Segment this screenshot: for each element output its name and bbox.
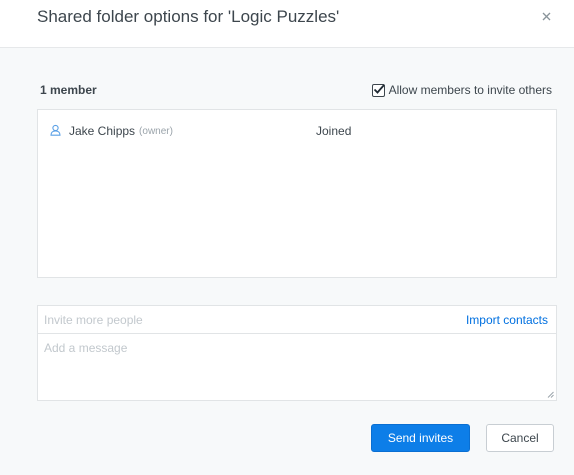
member-status: Joined: [316, 124, 352, 138]
resize-grip-icon[interactable]: [547, 391, 554, 398]
send-invites-button[interactable]: Send invites: [371, 424, 470, 452]
member-count: 1 member: [40, 83, 97, 97]
cancel-button[interactable]: Cancel: [486, 424, 554, 452]
member-role: (owner): [139, 125, 173, 137]
message-field[interactable]: [38, 335, 556, 400]
allow-invite-label: Allow members to invite others: [388, 83, 552, 97]
member-row: Jake Chipps (owner) Joined: [50, 122, 540, 140]
dialog-body: 1 member Allow members to invite others …: [0, 48, 574, 475]
dialog-title: Shared folder options for 'Logic Puzzles…: [37, 7, 340, 26]
member-name: Jake Chipps: [69, 124, 136, 138]
import-contacts-link[interactable]: Import contacts: [466, 313, 548, 327]
dialog-header: Shared folder options for 'Logic Puzzles…: [0, 0, 574, 48]
close-icon[interactable]: [536, 5, 558, 27]
user-icon: [50, 124, 61, 139]
invite-panel: Import contacts: [37, 305, 557, 401]
allow-invite-checkbox[interactable]: [371, 83, 385, 97]
allow-invite-option[interactable]: Allow members to invite others: [371, 83, 552, 97]
checkmark-icon: [373, 83, 385, 94]
member-list: Jake Chipps (owner) Joined: [37, 109, 557, 278]
